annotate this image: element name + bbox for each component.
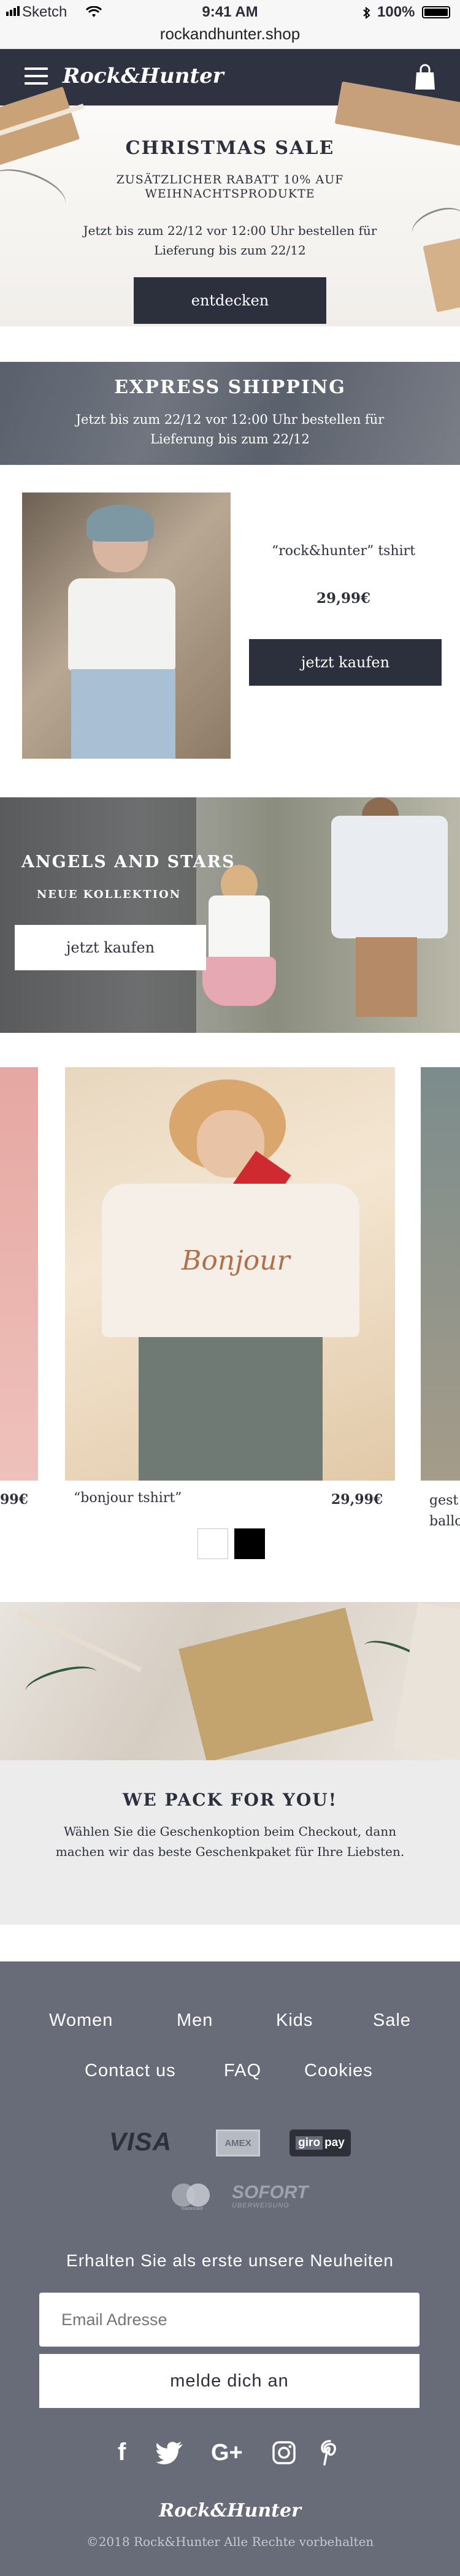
christmas-banner: CHRISTMAS SALE ZUSÄTZLICHER RABATT 10% A… [0,81,460,326]
white-tshirt [68,578,175,670]
express-shipping-banner: EXPRESS SHIPPING Jetzt bis zum 22/12 vor… [0,362,460,465]
model-hair [86,505,154,542]
footer-logo[interactable]: Rock&Hunter [0,2500,460,2521]
gift-box-image [178,1607,374,1760]
angels-subtitle: NEUE KOLLEKTION [36,888,182,901]
christmas-subtitle: ZUSÄTZLICHER RABATT 10% AUF WEIHNACHTSPR… [116,173,344,201]
giropay-logo: giro pay [289,2129,351,2156]
address-bar[interactable]: rockandhunter.shop [0,25,460,49]
email-input[interactable] [39,2293,420,2347]
gift-box-image [423,236,460,313]
battery-icon [422,6,450,18]
footer: Women Men Kids Sale Contact us FAQ Cooki… [0,1961,460,2576]
carousel-product-price: 29,99€ [331,1492,383,1508]
banner-overlay [0,797,196,1033]
newsletter-title: Erhalten Sie als erste unsere Neuheiten [66,2251,394,2270]
jeans [139,1337,323,1481]
subscribe-button[interactable]: melde dich an [39,2354,420,2408]
footer-link-women[interactable]: Women [49,2011,113,2031]
amex-logo: AMEX [216,2129,260,2156]
sofort-logo: SOFORT ÜBERWEISUNG [232,2182,309,2210]
color-swatch-white[interactable] [197,1528,228,1559]
copyright: ©2018 Rock&Hunter Alle Rechte vorbehalte… [86,2534,374,2549]
product-price: 29,99€ [316,590,371,607]
footer-link-sale[interactable]: Sale [373,2011,411,2031]
carousel-product-name[interactable]: “bonjour tshirt” [74,1490,182,1506]
color-swatch-black[interactable] [234,1528,265,1559]
url-text: rockandhunter.shop [159,25,301,43]
menu-icon[interactable] [25,67,48,90]
status-bar: Sketch 9:41 AM 100% [0,0,460,25]
pinterest-icon[interactable] [320,2440,340,2466]
footer-link-contact[interactable]: Contact us [85,2061,176,2081]
pack-text: Wählen Sie die Geschenkoption beim Check… [55,1824,405,1859]
prev-product-price: 99€ [0,1492,28,1508]
boy-shirt [331,816,448,938]
angels-banner: ANGELS AND STARS NEUE KOLLEKTION jetzt k… [0,797,460,1033]
angels-title: ANGELS AND STARS [21,853,236,872]
christmas-title: CHRISTMAS SALE [125,137,335,159]
footer-link-men[interactable]: Men [177,2011,213,2031]
buy-now-button[interactable]: jetzt kaufen [249,639,442,686]
logo[interactable]: Rock&Hunter [63,64,224,88]
twitter-icon[interactable] [156,2441,184,2464]
child-shirt [209,895,270,963]
product-image[interactable] [22,493,231,759]
twine-decoration [17,1610,142,1673]
pine-branch-image [0,160,72,223]
pine-branch-image [22,1660,101,1703]
jeans [71,669,175,759]
footer-link-kids[interactable]: Kids [276,2011,313,2031]
shirt-print: Bonjour [182,1245,290,1276]
prev-product-image[interactable] [0,1067,38,1481]
google-plus-icon[interactable]: G+ [211,2440,243,2466]
pack-section: WE PACK FOR YOU! Wählen Sie die Geschenk… [0,1760,460,1925]
battery-percent: 100% [377,4,415,20]
gift-box-image [393,1602,460,1760]
bluetooth-icon [362,6,372,20]
express-title: EXPRESS SHIPPING [114,377,346,398]
visa-logo: VISA [109,2127,172,2156]
christmas-text: Jetzt bis zum 22/12 vor 12:00 Uhr bestel… [83,223,377,258]
pack-title: WE PACK FOR YOU! [122,1790,338,1810]
next-product-name[interactable]: gest ballo [429,1490,460,1532]
child-skirt [202,957,276,1006]
mastercard-logo: mastercard [169,2182,215,2212]
express-text: Jetzt bis zum 22/12 vor 12:00 Uhr bestel… [75,412,385,447]
discover-button[interactable]: entdecken [134,277,326,324]
next-product-image[interactable] [421,1067,460,1481]
footer-link-cookies[interactable]: Cookies [304,2061,373,2081]
footer-link-faq[interactable]: FAQ [224,2061,261,2081]
product-name[interactable]: “rock&hunter” tshirt [270,542,417,561]
gift-wrap-image [0,1602,460,1760]
angels-buy-button[interactable]: jetzt kaufen [15,925,206,970]
shopping-bag-icon[interactable] [415,64,435,91]
facebook-icon[interactable]: f [118,2439,126,2466]
instagram-icon[interactable] [272,2441,296,2464]
carousel-product-image[interactable]: Bonjour [65,1067,395,1481]
boy-pants [356,937,417,1017]
